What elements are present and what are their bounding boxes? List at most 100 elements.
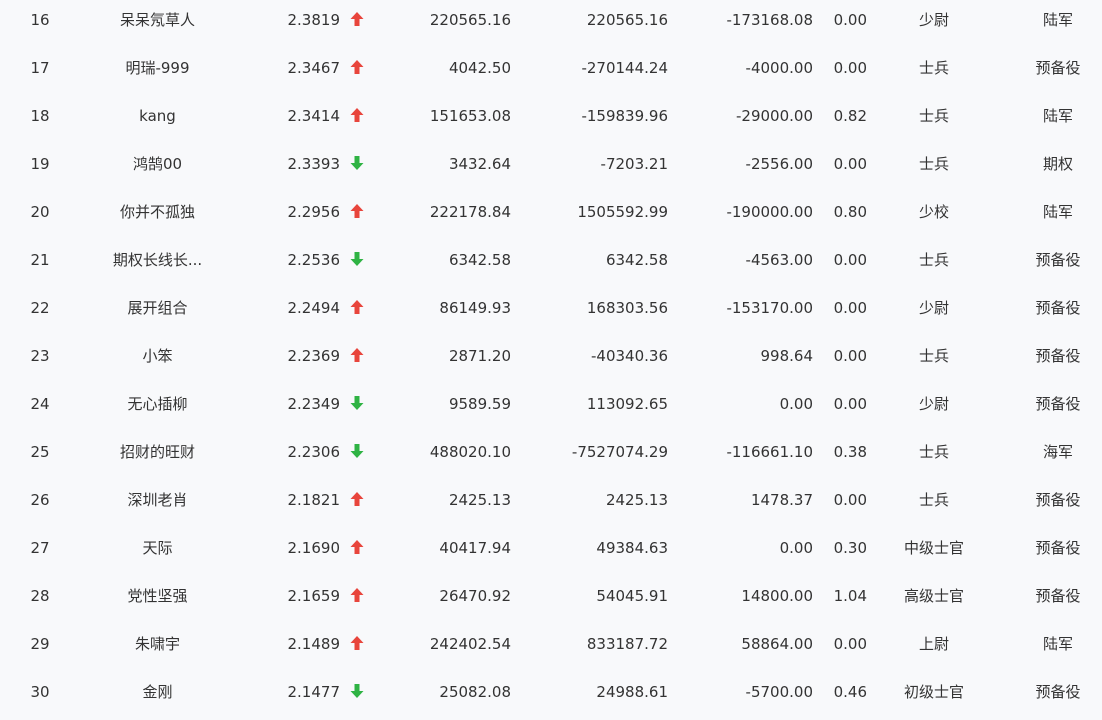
table-row[interactable]: 17 明瑞-999 2.3467 4042.50 -270144.24 -400… [0,48,1102,96]
value4-cell: 0.00 [833,347,867,365]
value2-cell: 1505592.99 [577,203,668,221]
name-cell[interactable]: 小笨 [60,336,255,384]
value3-cell: 58864.00 [741,635,813,653]
value4-cell: 0.80 [833,203,867,221]
value1-cell: 6342.58 [448,251,511,269]
score-cell: 2.1477 [287,683,341,701]
name-cell[interactable]: 天际 [60,528,255,576]
value1-cell: 9589.59 [448,395,511,413]
table-row[interactable]: 29 朱啸宇 2.1489 242402.54 833187.72 58864.… [0,624,1102,672]
value1-cell: 222178.84 [429,203,511,221]
value4-cell: 0.00 [833,491,867,509]
table-row[interactable]: 27 天际 2.1690 40417.94 49384.63 0.00 0.30… [0,528,1102,576]
trend-cell [349,432,367,480]
arrow-up-icon [349,539,365,555]
trend-cell [349,48,367,96]
value3-cell: -116661.10 [726,443,813,461]
value2-cell: 168303.56 [586,299,668,317]
military-rank-cell: 少尉 [918,11,949,29]
value2-cell: -270144.24 [581,59,668,77]
trend-cell [349,672,367,720]
name-cell[interactable]: 金刚 [60,672,255,720]
value1-cell: 151653.08 [429,107,511,125]
arrow-down-icon [349,395,365,411]
value3-cell: 1478.37 [750,491,813,509]
table-row[interactable]: 25 招财的旺财 2.2306 488020.10 -7527074.29 -1… [0,432,1102,480]
score-cell: 2.2494 [287,299,341,317]
trend-cell [349,0,367,48]
name-cell[interactable]: 明瑞-999 [60,48,255,96]
score-cell: 2.3393 [287,155,341,173]
name-cell[interactable]: kang [60,96,255,144]
value1-cell: 26470.92 [439,587,511,605]
value4-cell: 0.00 [833,395,867,413]
value4-cell: 0.30 [833,539,867,557]
table-row[interactable]: 18 kang 2.3414 151653.08 -159839.96 -290… [0,96,1102,144]
table-row[interactable]: 16 呆呆氖草人 2.3819 220565.16 220565.16 -173… [0,0,1102,48]
table-row[interactable]: 26 深圳老肖 2.1821 2425.13 2425.13 1478.37 0… [0,480,1102,528]
value3-cell: 0.00 [779,539,813,557]
value4-cell: 0.00 [833,251,867,269]
value2-cell: 113092.65 [586,395,668,413]
trend-cell [349,624,367,672]
value3-cell: 0.00 [779,395,813,413]
arrow-up-icon [349,491,365,507]
military-rank-cell: 士兵 [918,107,949,125]
trend-cell [349,96,367,144]
name-cell[interactable]: 期权长线长... [60,240,255,288]
arrow-down-icon [349,251,365,267]
table-row[interactable]: 23 小笨 2.2369 2871.20 -40340.36 998.64 0.… [0,336,1102,384]
arrow-up-icon [349,59,365,75]
value1-cell: 40417.94 [439,539,511,557]
value2-cell: -7203.21 [600,155,668,173]
value4-cell: 1.04 [833,587,867,605]
category-cell: 预备役 [1035,587,1081,605]
table-row[interactable]: 19 鸿鹄00 2.3393 3432.64 -7203.21 -2556.00… [0,144,1102,192]
name-cell[interactable]: 深圳老肖 [60,480,255,528]
category-cell: 预备役 [1035,299,1081,317]
name-cell[interactable]: 呆呆氖草人 [60,0,255,48]
table-row[interactable]: 22 展开组合 2.2494 86149.93 168303.56 -15317… [0,288,1102,336]
value2-cell: 49384.63 [596,539,668,557]
arrow-down-icon [349,443,365,459]
trend-cell [349,384,367,432]
category-cell: 陆军 [1042,203,1073,221]
trend-cell [349,336,367,384]
category-cell: 预备役 [1035,59,1081,77]
name-cell[interactable]: 朱啸宇 [60,624,255,672]
score-cell: 2.2369 [287,347,341,365]
score-cell: 2.2349 [287,395,341,413]
table-row[interactable]: 20 你并不孤独 2.2956 222178.84 1505592.99 -19… [0,192,1102,240]
value3-cell: -190000.00 [726,203,813,221]
value2-cell: 24988.61 [596,683,668,701]
category-cell: 预备役 [1035,539,1081,557]
name-cell[interactable]: 招财的旺财 [60,432,255,480]
name-cell[interactable]: 你并不孤独 [60,192,255,240]
table-row[interactable]: 28 党性坚强 2.1659 26470.92 54045.91 14800.0… [0,576,1102,624]
category-cell: 预备役 [1035,491,1081,509]
arrow-down-icon [349,155,365,171]
name-cell[interactable]: 无心插柳 [60,384,255,432]
military-rank-cell: 士兵 [918,59,949,77]
score-cell: 2.2306 [287,443,341,461]
military-rank-cell: 初级士官 [903,683,964,701]
category-cell: 预备役 [1035,683,1081,701]
value1-cell: 25082.08 [439,683,511,701]
name-cell[interactable]: 鸿鹄00 [60,144,255,192]
table-row[interactable]: 24 无心插柳 2.2349 9589.59 113092.65 0.00 0.… [0,384,1102,432]
category-cell: 陆军 [1042,107,1073,125]
value3-cell: 14800.00 [741,587,813,605]
name-cell[interactable]: 展开组合 [60,288,255,336]
arrow-up-icon [349,299,365,315]
category-cell: 预备役 [1035,251,1081,269]
table-row[interactable]: 30 金刚 2.1477 25082.08 24988.61 -5700.00 … [0,672,1102,720]
score-cell: 2.3819 [287,11,341,29]
military-rank-cell: 中级士官 [903,539,964,557]
table-row[interactable]: 21 期权长线长... 2.2536 6342.58 6342.58 -4563… [0,240,1102,288]
value4-cell: 0.82 [833,107,867,125]
military-rank-cell: 士兵 [918,491,949,509]
value1-cell: 220565.16 [429,11,511,29]
score-cell: 2.1659 [287,587,341,605]
name-cell[interactable]: 党性坚强 [60,576,255,624]
value2-cell: -7527074.29 [571,443,668,461]
